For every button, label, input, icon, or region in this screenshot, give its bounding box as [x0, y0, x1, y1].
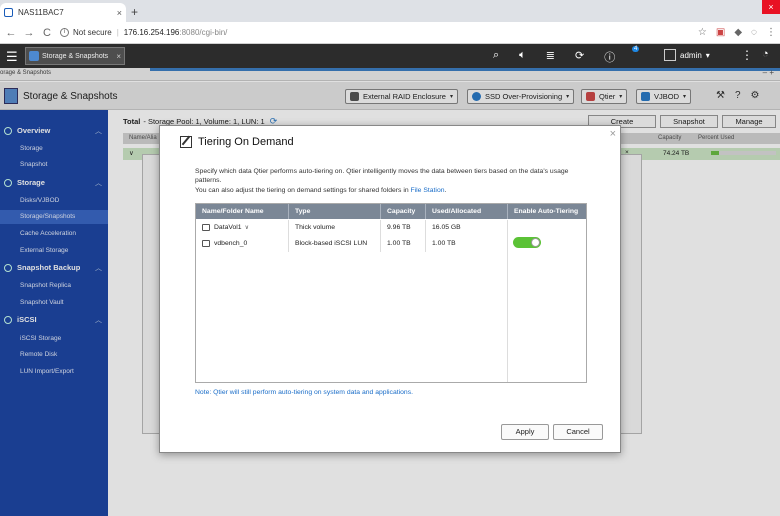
user-menu[interactable]: admin ▾ — [664, 49, 710, 61]
table-row-capacity: 9.96 TB — [381, 220, 426, 236]
hamburger-menu-icon[interactable]: ☰ — [6, 49, 18, 65]
tiering-on-demand-dialog: × Tiering On Demand Specify which data Q… — [159, 125, 621, 453]
header-icons: ⌕ 🔈︎ ≣ ⟳ ⓘ — [493, 49, 615, 65]
reload-icon[interactable]: C — [40, 27, 54, 39]
toggle-knob — [531, 238, 540, 247]
col-header-type: Type — [289, 204, 381, 219]
window-close-icon[interactable]: × — [762, 0, 780, 14]
apply-button[interactable]: Apply — [501, 424, 549, 440]
nas-favicon-icon — [4, 8, 13, 17]
table-row-type: Thick volume — [289, 220, 381, 236]
browser-tab[interactable]: NAS11BAC7 × — [0, 3, 126, 22]
description-text: You can also adjust the tiering on deman… — [195, 187, 411, 194]
tiering-table: Name/Folder Name Type Capacity Used/Allo… — [195, 203, 587, 383]
table-row-name[interactable]: DataVol1 ∨ — [196, 220, 289, 236]
url-path: :8080/cgi-bin/ — [179, 28, 228, 37]
auto-tiering-toggle[interactable] — [513, 237, 541, 248]
address-bar: ← → C i Not secure | 176.16.254.196 :808… — [0, 22, 780, 44]
tasks-icon[interactable]: ≣ — [546, 49, 555, 65]
sync-icon[interactable]: ⟳ — [575, 49, 584, 65]
volume-icon[interactable]: 🔈︎ — [519, 49, 526, 65]
table-row-capacity: 1.00 TB — [381, 236, 426, 252]
table-row-type: Block-based iSCSI LUN — [289, 236, 381, 252]
app-tab-close-icon[interactable]: × — [116, 52, 121, 61]
user-name: admin — [680, 50, 702, 60]
notification-badge: 4 — [632, 46, 640, 52]
user-dropdown-icon: ▾ — [705, 50, 710, 60]
lun-icon — [202, 239, 210, 247]
pdf-icon[interactable]: ▣ — [716, 27, 725, 38]
forward-icon[interactable]: → — [22, 27, 36, 39]
dashboard-icon[interactable]: ◔ — [762, 48, 769, 60]
row-name-text: DataVol1 — [214, 224, 242, 231]
app-tab-storage[interactable]: Storage & Snapshots × — [25, 47, 125, 65]
avatar-icon — [664, 49, 676, 61]
dialog-close-icon[interactable]: × — [610, 128, 616, 140]
table-row-name[interactable]: vdbench_0 — [196, 236, 289, 252]
star-icon[interactable]: ☆ — [698, 27, 707, 38]
table-row-used: 1.00 TB — [426, 236, 508, 252]
dialog-title-text: Tiering On Demand — [198, 136, 294, 148]
url-host: 176.16.254.196 — [123, 28, 180, 37]
table-row-used: 16.05 GB — [426, 220, 508, 236]
dialog-description-2: You can also adjust the tiering on deman… — [195, 187, 446, 194]
dialog-description: Specify which data Qtier performs auto-t… — [195, 168, 569, 184]
tab-close-icon[interactable]: × — [117, 8, 122, 18]
row-name-text: vdbench_0 — [214, 240, 248, 247]
file-station-link[interactable]: File Station — [411, 187, 445, 194]
browser-tab-bar: NAS11BAC7 × + × — [0, 0, 780, 22]
info-icon[interactable]: i — [60, 28, 69, 37]
col-header-auto-tiering: Enable Auto-Tiering — [508, 204, 586, 219]
extension-icon[interactable]: ◆ — [734, 27, 742, 38]
browser-tab-title: NAS11BAC7 — [18, 8, 64, 17]
circle-icon[interactable]: ◌ — [751, 27, 757, 38]
more-options-icon[interactable]: ⋮ — [741, 48, 753, 62]
notification-icon[interactable]: ⓘ — [604, 49, 615, 65]
col-header-used: Used/Allocated — [426, 204, 508, 219]
new-tab-icon[interactable]: + — [131, 5, 138, 19]
cancel-button[interactable]: Cancel — [553, 424, 603, 440]
edit-icon — [180, 136, 192, 148]
search-icon[interactable]: ⌕ — [493, 49, 499, 65]
storage-app-icon — [29, 51, 39, 61]
dialog-title: Tiering On Demand — [180, 136, 294, 148]
col-header-capacity: Capacity — [381, 204, 426, 219]
back-icon[interactable]: ← — [4, 27, 18, 39]
security-label: Not secure — [73, 28, 112, 37]
col-header-name: Name/Folder Name — [196, 204, 289, 219]
description-period: . — [444, 187, 447, 194]
table-empty-area — [196, 252, 508, 382]
app-header: ☰ Storage & Snapshots × ⌕ 🔈︎ ≣ ⟳ ⓘ 4 adm… — [0, 44, 780, 68]
menu-icon[interactable]: ⋮ — [766, 27, 776, 38]
url-field[interactable]: i Not secure | 176.16.254.196 :8080/cgi-… — [60, 25, 227, 41]
app-tab-label: Storage & Snapshots — [42, 52, 109, 60]
browser-actions: ☆ ▣ ◆ ◌ ⋮ — [698, 27, 776, 38]
chevron-down-icon[interactable]: ∨ — [245, 225, 249, 231]
volume-icon — [202, 223, 210, 231]
dialog-note: Note: Qtier will still perform auto-tier… — [195, 389, 413, 396]
